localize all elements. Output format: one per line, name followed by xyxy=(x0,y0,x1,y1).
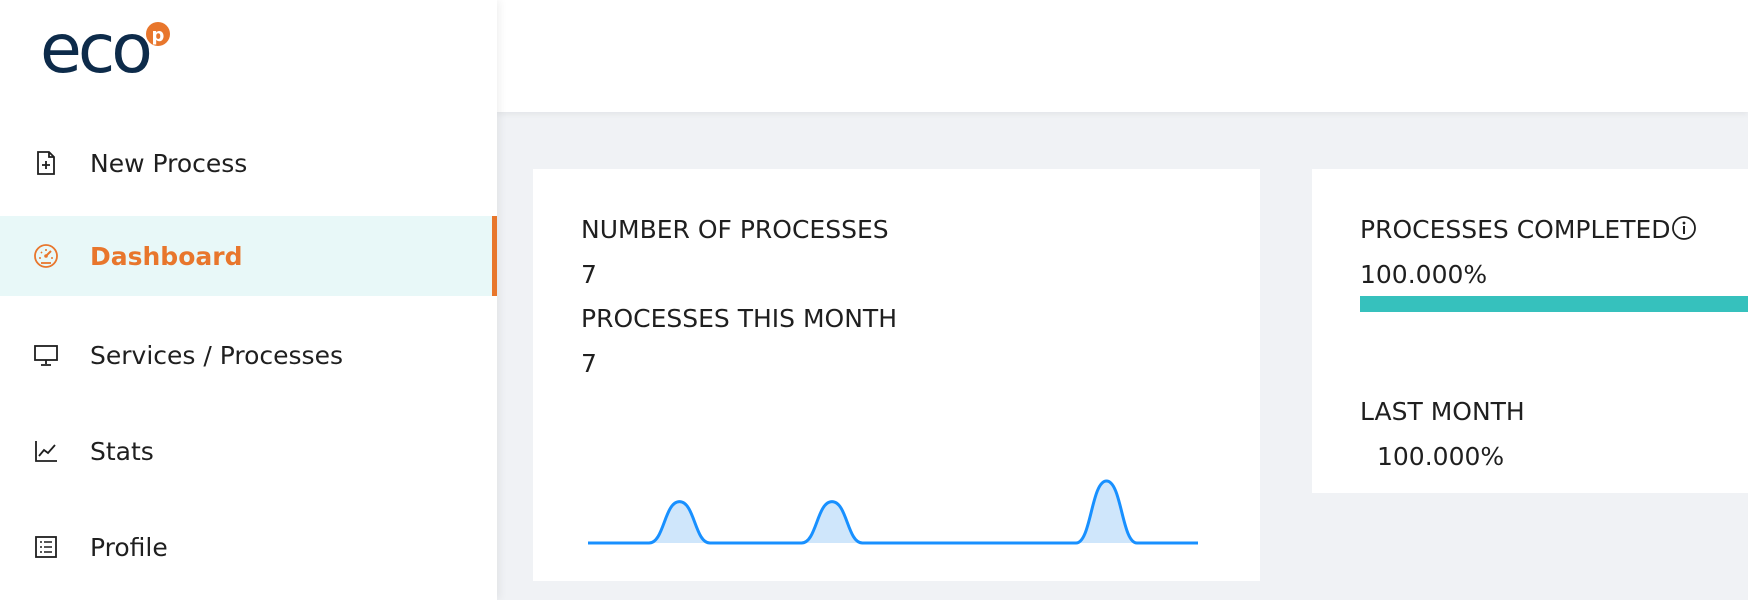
logo-badge: p xyxy=(152,25,165,46)
profile-list-icon xyxy=(35,536,57,558)
sidebar-item-label: Profile xyxy=(90,532,168,562)
processes-count-card: NUMBER OF PROCESSES 7 PROCESSES THIS MON… xyxy=(533,169,1260,581)
top-header xyxy=(497,0,1748,112)
processes-this-month-value: 7 xyxy=(581,349,597,378)
sidebar-item-stats[interactable]: Stats xyxy=(0,411,497,491)
sidebar: eco p New Process Dashboard Services / P… xyxy=(0,0,497,600)
sidebar-item-dashboard[interactable]: Dashboard xyxy=(0,216,497,296)
logo-icon: eco p xyxy=(40,10,172,89)
sidebar-item-services-processes[interactable]: Services / Processes xyxy=(0,315,497,395)
speedometer-icon xyxy=(34,244,58,268)
processes-completed-title: PROCESSES COMPLETED xyxy=(1360,215,1697,244)
sidebar-item-profile[interactable]: Profile xyxy=(0,507,497,587)
info-icon[interactable] xyxy=(1671,215,1697,241)
monitor-icon xyxy=(34,345,58,366)
sidebar-item-label: Stats xyxy=(90,436,154,466)
line-chart-icon xyxy=(35,441,57,462)
eco-logo[interactable]: eco p xyxy=(40,10,190,89)
last-month-label: LAST MONTH xyxy=(1360,397,1525,426)
logo-text: eco xyxy=(40,14,149,84)
completion-progress-bar xyxy=(1360,296,1748,312)
number-of-processes-label: NUMBER OF PROCESSES xyxy=(581,215,889,244)
processes-this-month-label: PROCESSES THIS MONTH xyxy=(581,304,898,333)
processes-completed-card: PROCESSES COMPLETED 100.000% LAST MONTH … xyxy=(1312,169,1748,493)
sidebar-item-new-process[interactable]: New Process xyxy=(0,123,497,203)
processes-completed-value: 100.000% xyxy=(1360,260,1488,289)
processes-sparkline xyxy=(587,479,1198,545)
sidebar-item-label: New Process xyxy=(90,148,248,178)
sparkline-area xyxy=(588,481,1198,543)
sidebar-item-label: Dashboard xyxy=(90,241,243,271)
sidebar-item-label: Services / Processes xyxy=(90,340,343,370)
completion-progress-fill xyxy=(1360,296,1748,312)
file-plus-icon xyxy=(37,151,55,175)
number-of-processes-value: 7 xyxy=(581,260,597,289)
last-month-value: 100.000% xyxy=(1377,442,1505,471)
processes-completed-title-text: PROCESSES COMPLETED xyxy=(1360,215,1671,244)
